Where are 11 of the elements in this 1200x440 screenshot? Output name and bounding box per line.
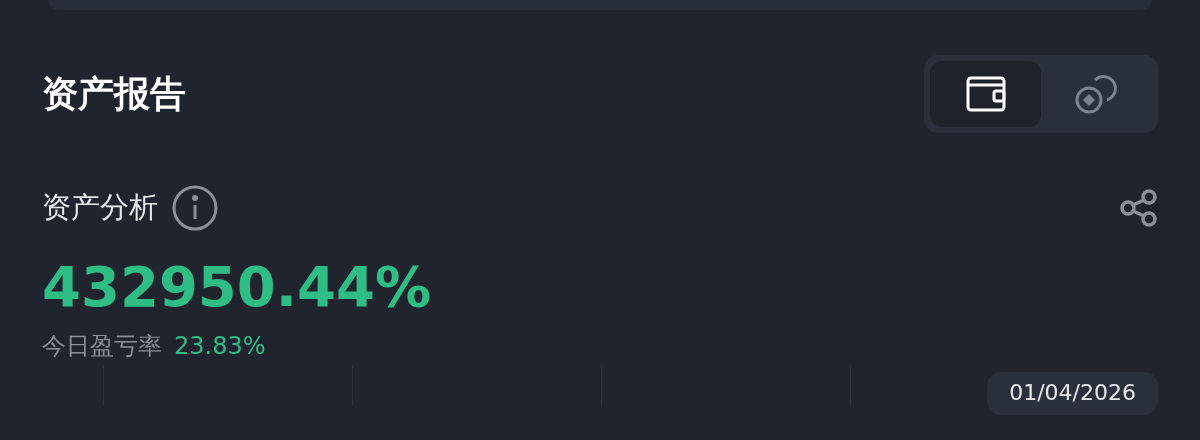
analysis-title: 资产分析 <box>42 189 158 226</box>
profit-percentage: 432950.44% <box>42 253 433 321</box>
section-title: 资产报告 <box>42 71 186 116</box>
wallet-icon <box>965 76 1006 112</box>
date-label: 01/04/2026 <box>987 372 1158 416</box>
today-label: 今日盈亏率 <box>42 331 162 363</box>
view-tab[interactable] <box>930 61 1041 127</box>
share-icon[interactable] <box>1120 189 1158 227</box>
info-icon[interactable] <box>172 185 218 231</box>
coins-icon <box>1074 74 1119 114</box>
today-value: 23.83% <box>174 332 266 361</box>
